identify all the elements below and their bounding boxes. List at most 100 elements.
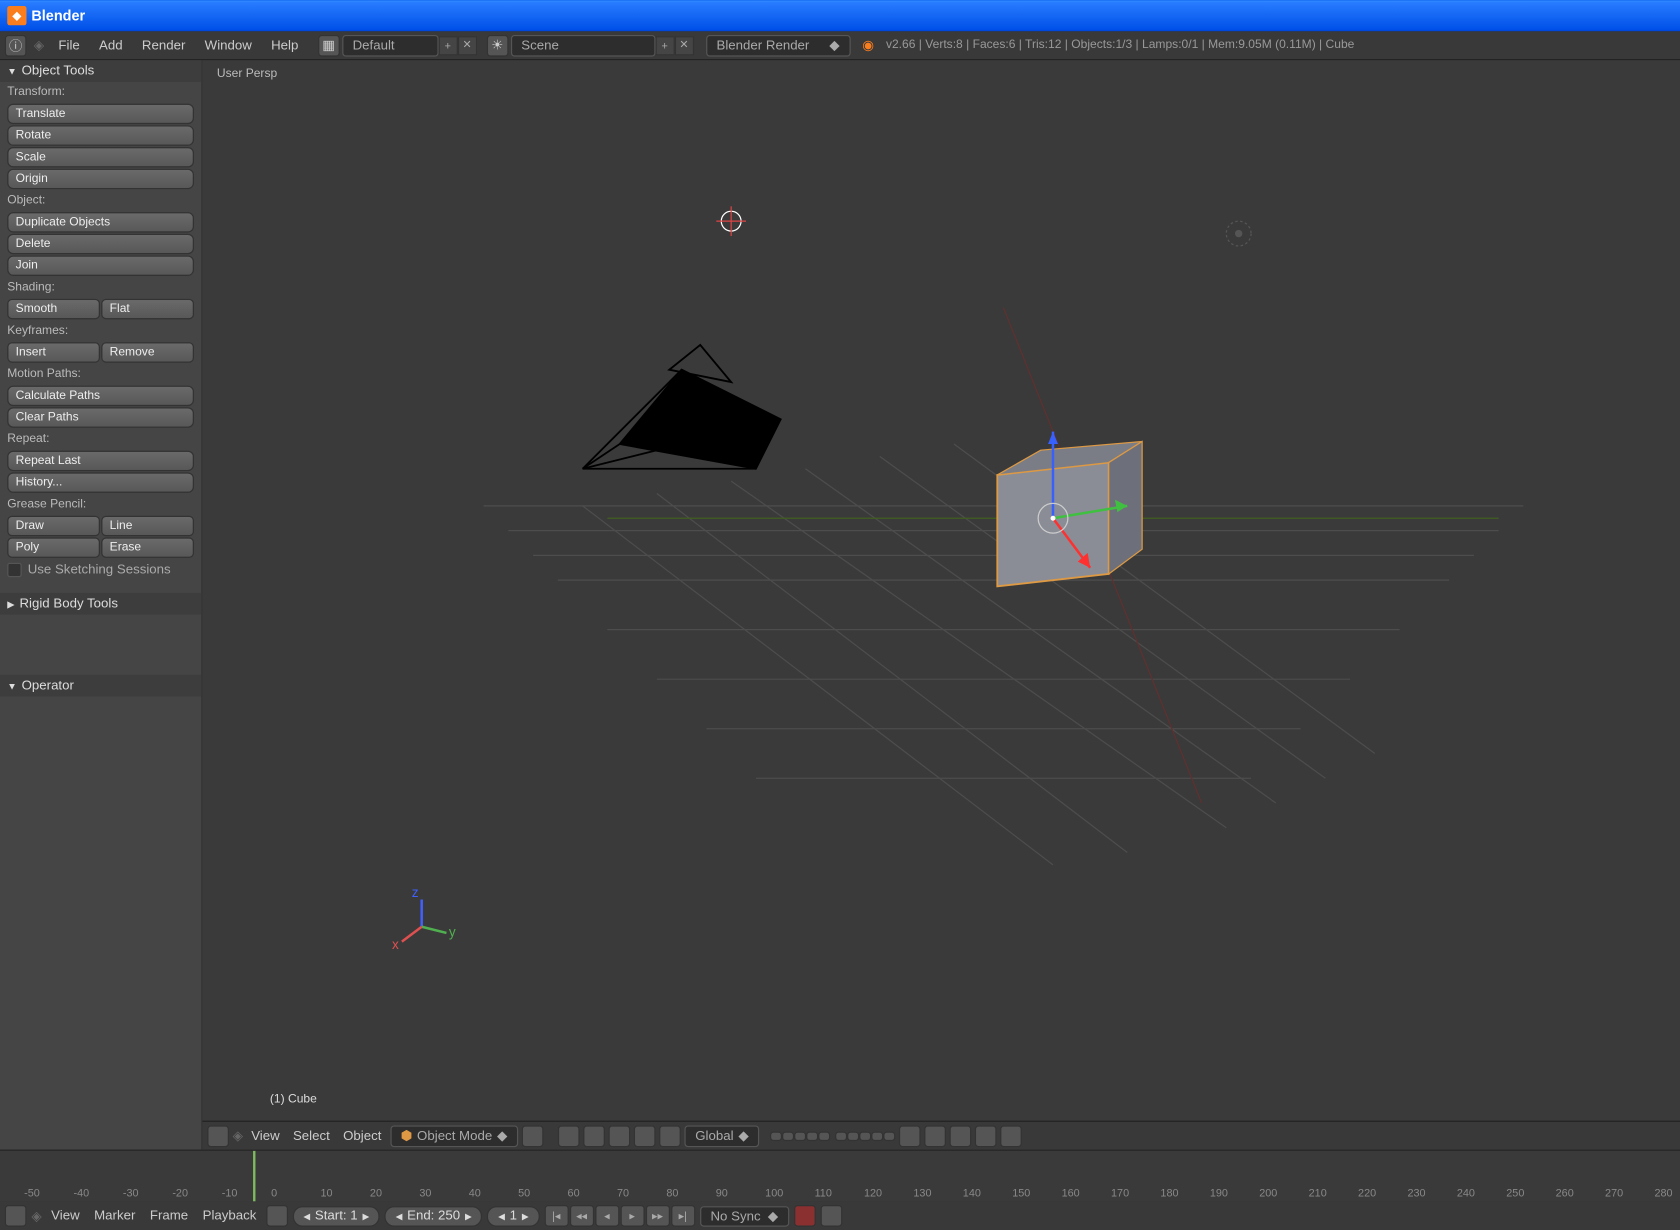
autokey-record-icon[interactable] — [794, 1205, 816, 1227]
shading-icon[interactable] — [522, 1125, 544, 1147]
layout-add-button[interactable]: + — [438, 36, 457, 55]
jump-end-button[interactable]: ▸| — [671, 1205, 695, 1227]
frame-tick: 30 — [419, 1187, 431, 1199]
start-frame-field[interactable]: ◂Start: 1▸ — [293, 1206, 380, 1226]
render-preview-icon[interactable] — [975, 1125, 997, 1147]
history-button[interactable]: History... — [7, 472, 194, 492]
svg-text:y: y — [449, 925, 456, 940]
scene-add-button[interactable]: + — [655, 36, 674, 55]
poly-button[interactable]: Poly — [7, 537, 100, 557]
end-frame-field[interactable]: ◂End: 250▸ — [385, 1206, 483, 1226]
manipulator-icon[interactable] — [583, 1125, 605, 1147]
flat-button[interactable]: Flat — [101, 299, 194, 319]
repeat-last-button[interactable]: Repeat Last — [7, 451, 194, 471]
calc-paths-button[interactable]: Calculate Paths — [7, 386, 194, 406]
view-menu[interactable]: View — [246, 1128, 284, 1142]
frame-tick: 250 — [1506, 1187, 1524, 1199]
insert-keyframe-button[interactable]: Insert — [7, 342, 100, 362]
layout-remove-button[interactable]: ✕ — [457, 36, 476, 55]
timeline-marker-menu[interactable]: Marker — [89, 1209, 140, 1223]
menu-help[interactable]: Help — [261, 36, 308, 55]
frame-tick: 110 — [815, 1187, 832, 1199]
play-reverse-button[interactable]: ◂ — [595, 1205, 619, 1227]
range-icon[interactable] — [266, 1205, 288, 1227]
menu-render[interactable]: Render — [132, 36, 195, 55]
line-button[interactable]: Line — [101, 516, 194, 536]
svg-text:x: x — [392, 937, 399, 952]
sync-dropdown[interactable]: No Sync◆ — [700, 1206, 789, 1226]
viewport-editor-icon[interactable] — [207, 1125, 229, 1147]
menu-window[interactable]: Window — [195, 36, 261, 55]
lock-icon[interactable] — [899, 1125, 921, 1147]
mode-dropdown[interactable]: ⬢Object Mode◆ — [390, 1125, 518, 1147]
remove-keyframe-button[interactable]: Remove — [101, 342, 194, 362]
svg-text:z: z — [412, 885, 419, 900]
frame-tick: 220 — [1358, 1187, 1376, 1199]
scene-icon[interactable]: ☀ — [486, 34, 508, 56]
frame-tick: 230 — [1407, 1187, 1425, 1199]
play-forward-button[interactable]: ▸ — [620, 1205, 644, 1227]
menu-file[interactable]: File — [49, 36, 90, 55]
window-titlebar: ◆ Blender _ ▢ ✕ — [0, 0, 1680, 31]
widget-translate-icon[interactable] — [608, 1125, 630, 1147]
rotate-button[interactable]: Rotate — [7, 125, 194, 145]
operator-header[interactable]: ▼Operator — [0, 675, 201, 697]
draw-button[interactable]: Draw — [7, 516, 100, 536]
timeline-view-menu[interactable]: View — [46, 1209, 84, 1223]
layout-dropdown[interactable]: Default — [342, 34, 438, 56]
editor-type-icon[interactable]: ⓘ — [5, 34, 27, 56]
duplicate-button[interactable]: Duplicate Objects — [7, 212, 194, 232]
snap-type-icon[interactable] — [950, 1125, 972, 1147]
widget-scale-icon[interactable] — [659, 1125, 681, 1147]
scene-dropdown[interactable]: Scene — [510, 34, 655, 56]
keyframe-prev-button[interactable]: ◂◂ — [569, 1205, 593, 1227]
erase-button[interactable]: Erase — [101, 537, 194, 557]
object-tools-header[interactable]: ▼Object Tools — [0, 60, 201, 82]
selected-object-label: (1) Cube — [270, 1093, 317, 1106]
frame-tick: -40 — [74, 1187, 90, 1199]
object-menu[interactable]: Object — [338, 1128, 386, 1142]
translate-button[interactable]: Translate — [7, 104, 194, 124]
timeline-canvas[interactable]: -50-40-30-20-100102030405060708090100110… — [0, 1151, 1680, 1202]
frame-tick: 10 — [321, 1187, 333, 1199]
layout-icon[interactable]: ▦ — [318, 34, 340, 56]
frame-tick: 60 — [568, 1187, 580, 1199]
select-menu[interactable]: Select — [288, 1128, 334, 1142]
engine-dropdown[interactable]: Blender Render◆ — [706, 34, 851, 56]
autokey-mode-icon[interactable] — [820, 1205, 842, 1227]
clear-paths-button[interactable]: Clear Paths — [7, 407, 194, 427]
render-anim-icon[interactable] — [1000, 1125, 1022, 1147]
origin-button[interactable]: Origin — [7, 169, 194, 189]
playhead[interactable] — [253, 1151, 255, 1202]
smooth-button[interactable]: Smooth — [7, 299, 100, 319]
frame-tick: 90 — [716, 1187, 728, 1199]
scene-remove-button[interactable]: ✕ — [674, 36, 693, 55]
scale-button[interactable]: Scale — [7, 147, 194, 167]
timeline-playback-menu[interactable]: Playback — [198, 1209, 261, 1223]
join-button[interactable]: Join — [7, 255, 194, 275]
frame-tick: 130 — [913, 1187, 931, 1199]
frame-tick: 100 — [765, 1187, 783, 1199]
pivot-icon[interactable] — [558, 1125, 580, 1147]
current-frame-field[interactable]: ◂1▸ — [487, 1206, 539, 1226]
use-sketching-checkbox[interactable]: Use Sketching Sessions — [0, 559, 201, 581]
blender-logo-icon: ◉ — [862, 37, 874, 53]
layer-buttons[interactable] — [770, 1131, 895, 1141]
frame-tick: 40 — [469, 1187, 481, 1199]
frame-tick: -30 — [123, 1187, 139, 1199]
3d-viewport[interactable]: User Persp — [202, 60, 1680, 1149]
frame-tick: 120 — [864, 1187, 882, 1199]
rigid-body-header[interactable]: ▶Rigid Body Tools — [0, 593, 201, 615]
frame-tick: 280 — [1654, 1187, 1672, 1199]
orientation-dropdown[interactable]: Global◆ — [684, 1125, 759, 1147]
snap-icon[interactable] — [924, 1125, 946, 1147]
timeline-editor-icon[interactable] — [5, 1205, 27, 1227]
keyframe-next-button[interactable]: ▸▸ — [645, 1205, 669, 1227]
delete-button[interactable]: Delete — [7, 234, 194, 254]
timeline-frame-menu[interactable]: Frame — [145, 1209, 193, 1223]
grease-pencil-label: Grease Pencil: — [0, 494, 201, 514]
jump-start-button[interactable]: |◂ — [544, 1205, 568, 1227]
frame-tick: 50 — [518, 1187, 530, 1199]
menu-add[interactable]: Add — [89, 36, 132, 55]
widget-rotate-icon[interactable] — [634, 1125, 656, 1147]
